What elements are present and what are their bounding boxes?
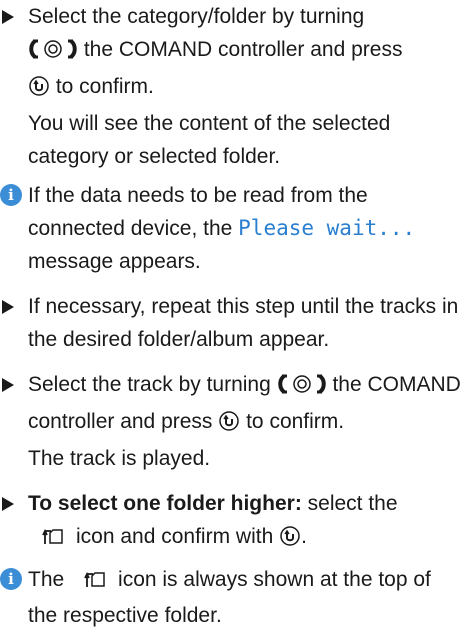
info-icon: i (0, 184, 22, 206)
step-folder-up: To select one folder higher: select the … (0, 487, 464, 557)
instruction-page: Select the category/folder by turning th… (0, 0, 470, 627)
step-text-line3: to confirm. (50, 75, 154, 98)
folder-up-icon (42, 523, 64, 556)
step-text-after: icon and confirm with (76, 525, 280, 548)
note-text-before: The (28, 568, 71, 591)
controller-turn-icon (277, 372, 327, 405)
note-folder-up-position: i The icon is always shown at the top of… (0, 563, 464, 632)
step-select-track: Select the track by turning the COMAND c… (0, 368, 464, 475)
step-arrow-icon (0, 0, 22, 33)
controller-press-icon (28, 74, 50, 107)
step-heading: To select one folder higher: (28, 492, 302, 515)
step-text: If necessary, repeat this step until the… (28, 295, 459, 351)
step-text-line1: Select the category/folder by turning (28, 5, 365, 28)
note-please-wait: i If the data needs to be read from the … (0, 179, 464, 278)
controller-press-icon (279, 524, 301, 557)
step-result: The track is played. (28, 447, 211, 470)
step-text-before: Select the track by turning (28, 373, 277, 396)
display-message-please-wait: Please wait... (238, 216, 416, 240)
step-repeat: If necessary, repeat this step until the… (0, 290, 464, 356)
step-arrow-icon (0, 290, 22, 323)
step-arrow-icon (0, 487, 22, 520)
controller-turn-icon (28, 37, 78, 70)
step-result: You will see the content of the selected… (28, 112, 391, 168)
folder-up-icon (84, 566, 106, 599)
step-select-category: Select the category/folder by turning th… (0, 0, 464, 173)
note-text-after: message appears. (28, 250, 201, 273)
step-text-end: to confirm. (240, 410, 345, 433)
step-arrow-icon (0, 368, 22, 401)
info-icon: i (0, 568, 22, 590)
controller-press-icon (218, 409, 240, 442)
step-text-end: . (301, 525, 307, 548)
step-text-before: select the (301, 492, 398, 515)
step-text-line2: the COMAND controller and press (78, 38, 403, 61)
